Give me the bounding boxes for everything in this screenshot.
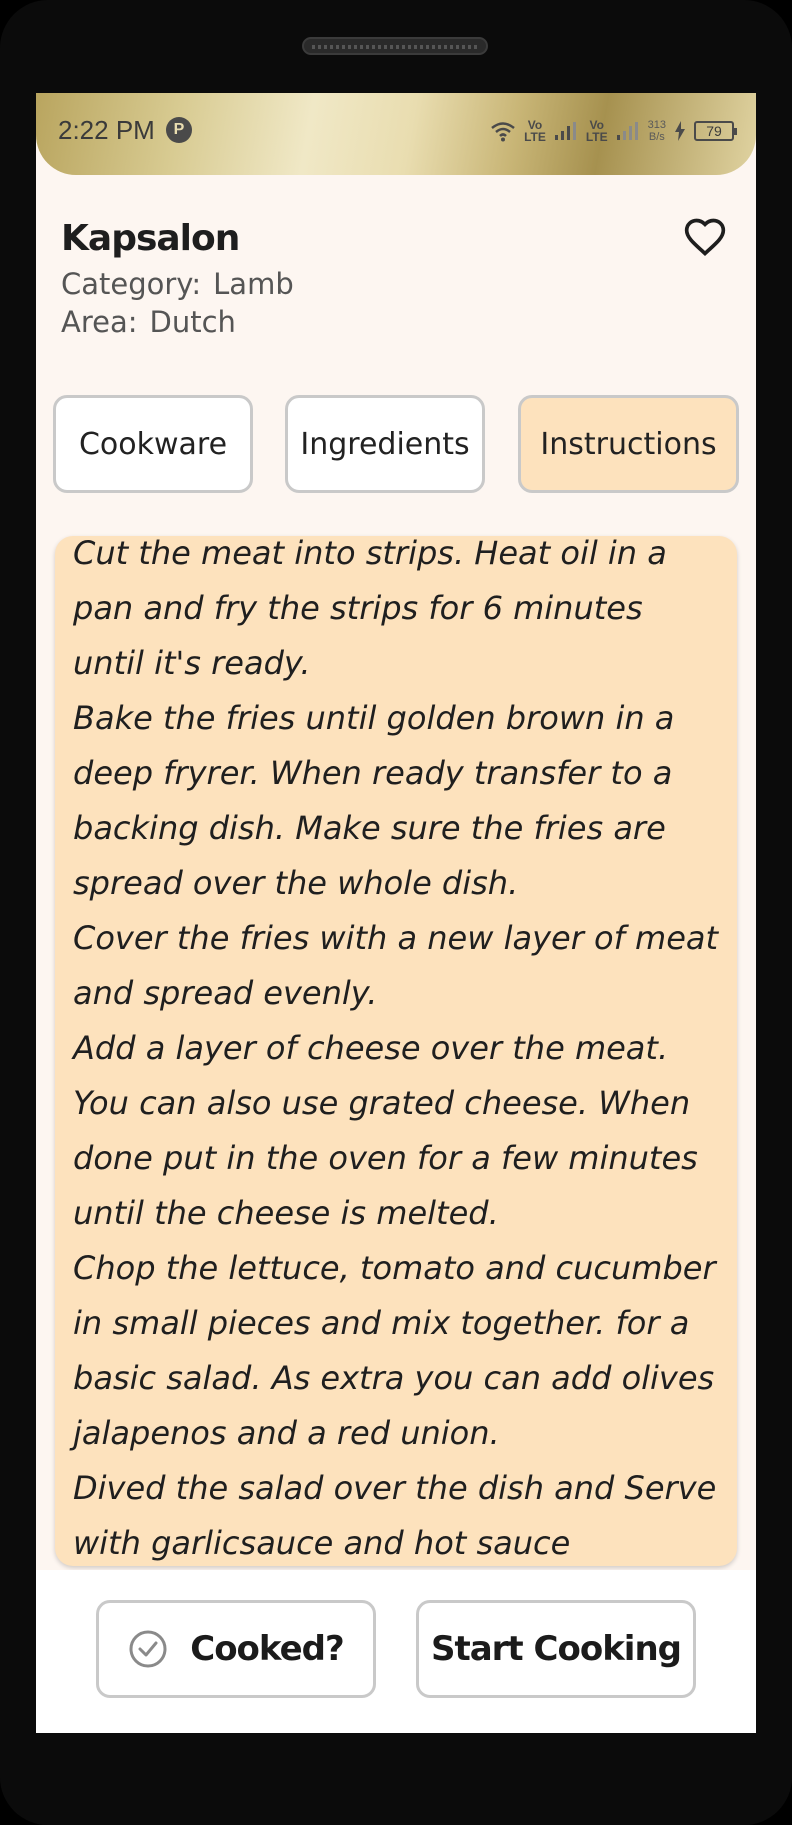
heart-outline-icon[interactable]: [683, 215, 727, 259]
category-value: Lamb: [213, 267, 294, 301]
tab-instructions[interactable]: Instructions: [518, 395, 739, 493]
category-line: Category: Lamb: [61, 265, 721, 303]
earpiece-speaker: [302, 37, 488, 55]
battery-icon: 79: [694, 121, 737, 141]
cooked-label: Cooked?: [190, 1629, 344, 1669]
tab-ingredients[interactable]: Ingredients: [285, 395, 485, 493]
detail-tabs: Cookware Ingredients Instructions: [53, 395, 739, 493]
bottom-bezel: [0, 1733, 792, 1825]
app-screen: 2:22 PM P Vo LTE Vo LTE 313 B/s 79 Kapsa…: [36, 93, 756, 1733]
volte-label-1: Vo LTE: [524, 118, 546, 144]
action-bar: Cooked? Start Cooking: [36, 1570, 756, 1733]
area-line: Area: Dutch: [61, 303, 721, 341]
meal-title: Kapsalon: [61, 218, 240, 259]
wifi-icon: [491, 122, 515, 142]
network-speed: 313 B/s: [647, 119, 666, 143]
area-label: Area:: [61, 305, 138, 339]
status-icons: Vo LTE Vo LTE 313 B/s 79: [490, 113, 737, 149]
status-bar: 2:22 PM P Vo LTE Vo LTE 313 B/s 79: [36, 93, 756, 175]
tab-cookware[interactable]: Cookware: [53, 395, 253, 493]
volte-label-2: Vo LTE: [585, 118, 608, 144]
p-notification-icon: P: [166, 117, 192, 143]
status-time: 2:22 PM: [58, 115, 155, 145]
area-value: Dutch: [149, 305, 236, 339]
signal-icon: [616, 122, 638, 140]
category-label: Category:: [61, 267, 202, 301]
signal-icon: [554, 122, 576, 140]
meal-header: Kapsalon Category: Lamb Area: Dutch: [61, 213, 721, 341]
instructions-text: Cut the meat into strips. Heat oil in a …: [73, 536, 719, 1562]
start-cooking-button[interactable]: Start Cooking: [416, 1600, 696, 1698]
instructions-panel[interactable]: Cut the meat into strips. Heat oil in a …: [55, 536, 737, 1566]
cooked-button[interactable]: Cooked?: [96, 1600, 376, 1698]
check-circle-icon: [129, 1630, 167, 1668]
phone-frame: 2:22 PM P Vo LTE Vo LTE 313 B/s 79 Kapsa…: [0, 0, 792, 1825]
charging-icon: [675, 121, 685, 141]
